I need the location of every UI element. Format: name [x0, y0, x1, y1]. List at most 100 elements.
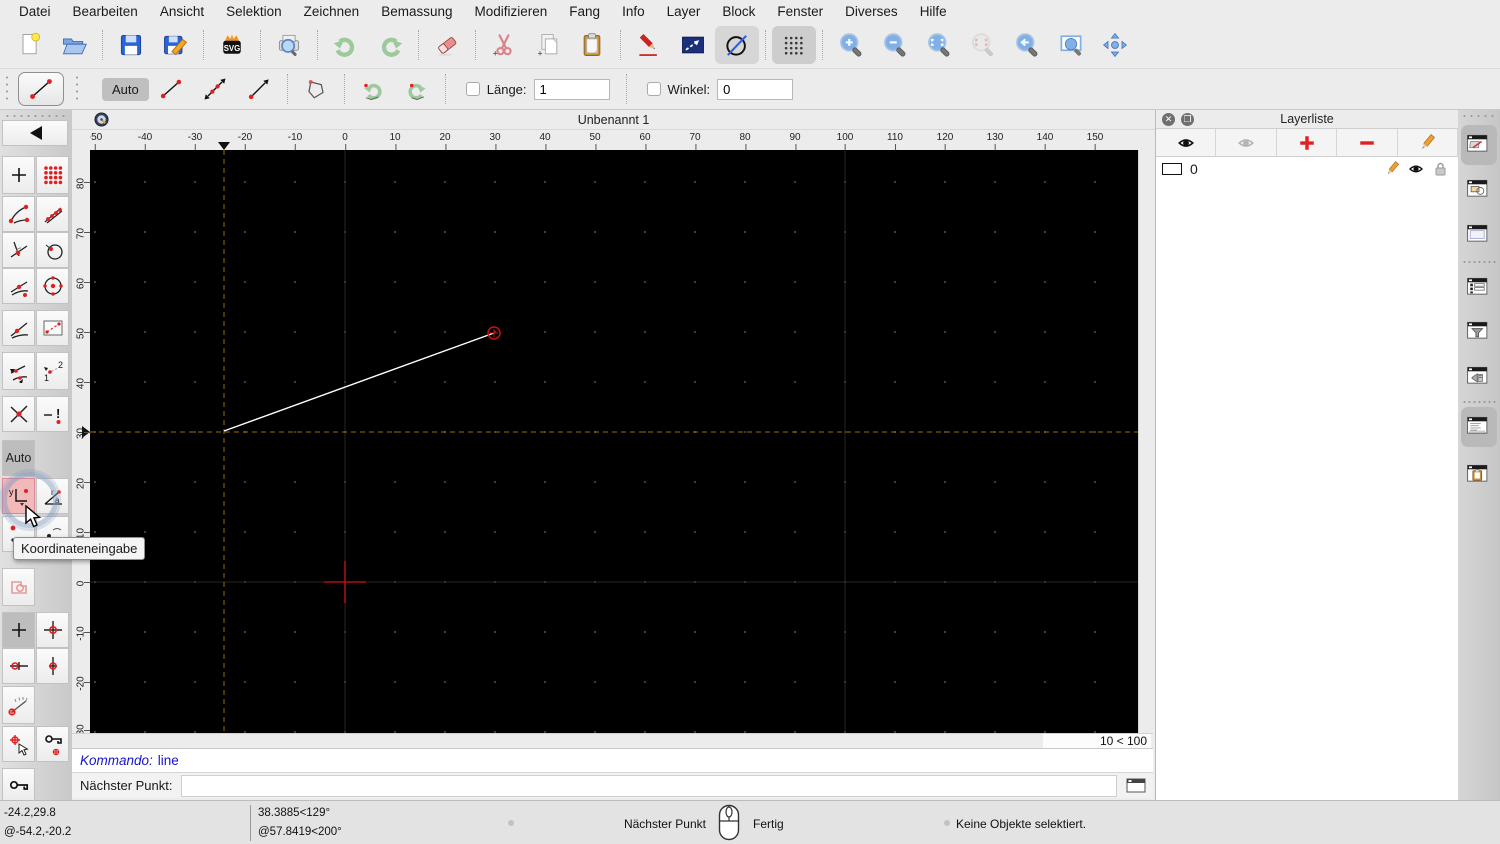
laenge-checkbox[interactable] [465, 82, 480, 96]
pen-box[interactable] [671, 26, 715, 64]
winkel-input[interactable] [717, 78, 794, 100]
zoom-auto[interactable] [917, 26, 961, 64]
cut[interactable]: + [482, 26, 526, 64]
laenge-input[interactable] [533, 78, 610, 100]
snap-endpoint[interactable] [2, 196, 35, 232]
menu-item[interactable]: Info [611, 4, 656, 19]
float-panel-icon[interactable]: ❐ [1181, 112, 1194, 126]
snap-off-circle[interactable] [715, 26, 759, 64]
dock-filter[interactable] [1461, 312, 1497, 352]
dock-library-browser[interactable] [1461, 215, 1497, 255]
line-arrow[interactable] [237, 71, 281, 107]
dock-block-list[interactable] [1461, 170, 1497, 210]
polyline-mode[interactable] [294, 71, 338, 107]
menu-item[interactable]: Layer [656, 4, 712, 19]
restrict-horizontal[interactable] [2, 648, 35, 684]
zoom-in[interactable] [829, 26, 873, 64]
dock-layer-list[interactable] [1461, 125, 1497, 165]
drawing-canvas[interactable] [90, 150, 1138, 733]
drag-handle[interactable] [1461, 113, 1497, 119]
menu-item[interactable]: Diverses [834, 4, 909, 19]
menu-item[interactable]: Bearbeiten [62, 4, 149, 19]
zoom-out[interactable] [873, 26, 917, 64]
svg-export[interactable]: SVG [210, 26, 254, 64]
save-file-as[interactable] [153, 26, 197, 64]
edit-attributes-pen[interactable] [627, 26, 671, 64]
copy[interactable]: + [526, 26, 570, 64]
dock-export[interactable] [1461, 357, 1497, 397]
unlock-relative-zero[interactable] [2, 768, 35, 802]
drag-handle[interactable] [4, 113, 66, 119]
menu-item[interactable]: Block [711, 4, 766, 19]
angle-gauge[interactable] [2, 686, 35, 724]
set-relative-zero[interactable] [2, 726, 35, 762]
dock-clipboard[interactable] [1461, 455, 1497, 495]
print-preview[interactable] [267, 26, 311, 64]
current-tool-line-button[interactable] [18, 72, 64, 106]
remove-layer[interactable] [1337, 129, 1398, 156]
command-input[interactable] [180, 774, 1117, 797]
close-panel-icon[interactable]: ✕ [1162, 112, 1175, 126]
snap-circle[interactable] [36, 232, 69, 268]
restrict-vertical[interactable] [36, 648, 69, 684]
menu-item[interactable]: Fang [558, 4, 611, 19]
zoom-selected[interactable] [961, 26, 1005, 64]
snap-angle[interactable] [2, 352, 35, 390]
document-titlebar[interactable]: Unbenannt 1 [72, 110, 1155, 130]
auto-mode-button[interactable]: Auto [102, 77, 149, 101]
paste[interactable] [570, 26, 614, 64]
new-file[interactable] [8, 26, 52, 64]
winkel-checkbox[interactable] [646, 82, 661, 96]
dock-entity-list[interactable] [1461, 268, 1497, 308]
drag-handle[interactable] [74, 74, 80, 104]
horizontal-scrollbar[interactable]: 10 < 100 [72, 733, 1153, 749]
restrict-orthogonal[interactable] [36, 612, 69, 648]
snap-on-entity[interactable] [36, 196, 69, 232]
grid-toggle[interactable] [772, 26, 816, 64]
snap-divide-12[interactable]: 12 [36, 352, 69, 390]
zoom-previous[interactable] [1005, 26, 1049, 64]
edit-layer[interactable] [1398, 129, 1459, 156]
layer-edit-pencil-icon[interactable] [1384, 161, 1400, 177]
zoom-window[interactable] [1049, 26, 1093, 64]
menu-item[interactable]: Hilfe [909, 4, 958, 19]
redo-segment[interactable] [395, 71, 439, 107]
snap-center[interactable] [36, 268, 69, 304]
zoom-pan[interactable] [1093, 26, 1137, 64]
layer-color-swatch[interactable] [1162, 163, 1182, 175]
hide-all-layers[interactable] [1216, 129, 1277, 156]
menu-item[interactable]: Ansicht [149, 4, 215, 19]
relative-zero-shape[interactable] [2, 568, 35, 606]
snap-grid[interactable] [36, 156, 69, 194]
line-segments[interactable] [149, 71, 193, 107]
redo[interactable] [368, 26, 412, 64]
undo-segment[interactable] [351, 71, 395, 107]
vertical-scrollbar[interactable] [1138, 150, 1153, 733]
detach-command-window-button[interactable] [1123, 776, 1149, 796]
layer-visibility-eye-icon[interactable] [1408, 161, 1424, 177]
drag-handle[interactable] [4, 74, 10, 104]
show-all-layers[interactable] [1156, 129, 1217, 156]
dock-command-widget[interactable] [1461, 407, 1497, 447]
menu-item[interactable]: Zeichnen [293, 4, 371, 19]
save-file[interactable] [109, 26, 153, 64]
layer-panel-titlebar[interactable]: Layerliste ✕ ❐ [1156, 110, 1458, 129]
snap-middle[interactable] [2, 268, 35, 304]
restriction-auto[interactable]: Auto [2, 440, 35, 476]
menu-item[interactable]: Modifizieren [464, 4, 559, 19]
restrict-nothing[interactable] [2, 612, 35, 648]
menu-item[interactable]: Datei [8, 4, 62, 19]
add-layer[interactable] [1277, 129, 1338, 156]
line-double-arrow[interactable] [193, 71, 237, 107]
undo[interactable] [324, 26, 368, 64]
layer-row[interactable]: 0 [1156, 157, 1458, 181]
layer-lock-icon[interactable] [1432, 161, 1448, 177]
toolbar-back-button[interactable] [2, 120, 68, 146]
menu-item[interactable]: Selektion [215, 4, 293, 19]
snap-tangent[interactable] [2, 310, 35, 346]
snap-intersection-manual[interactable]: ! [36, 396, 69, 432]
lock-relative-zero[interactable] [36, 726, 69, 762]
snap-intersection[interactable] [2, 396, 35, 432]
open-file[interactable] [52, 26, 96, 64]
delete-entities[interactable] [425, 26, 469, 64]
